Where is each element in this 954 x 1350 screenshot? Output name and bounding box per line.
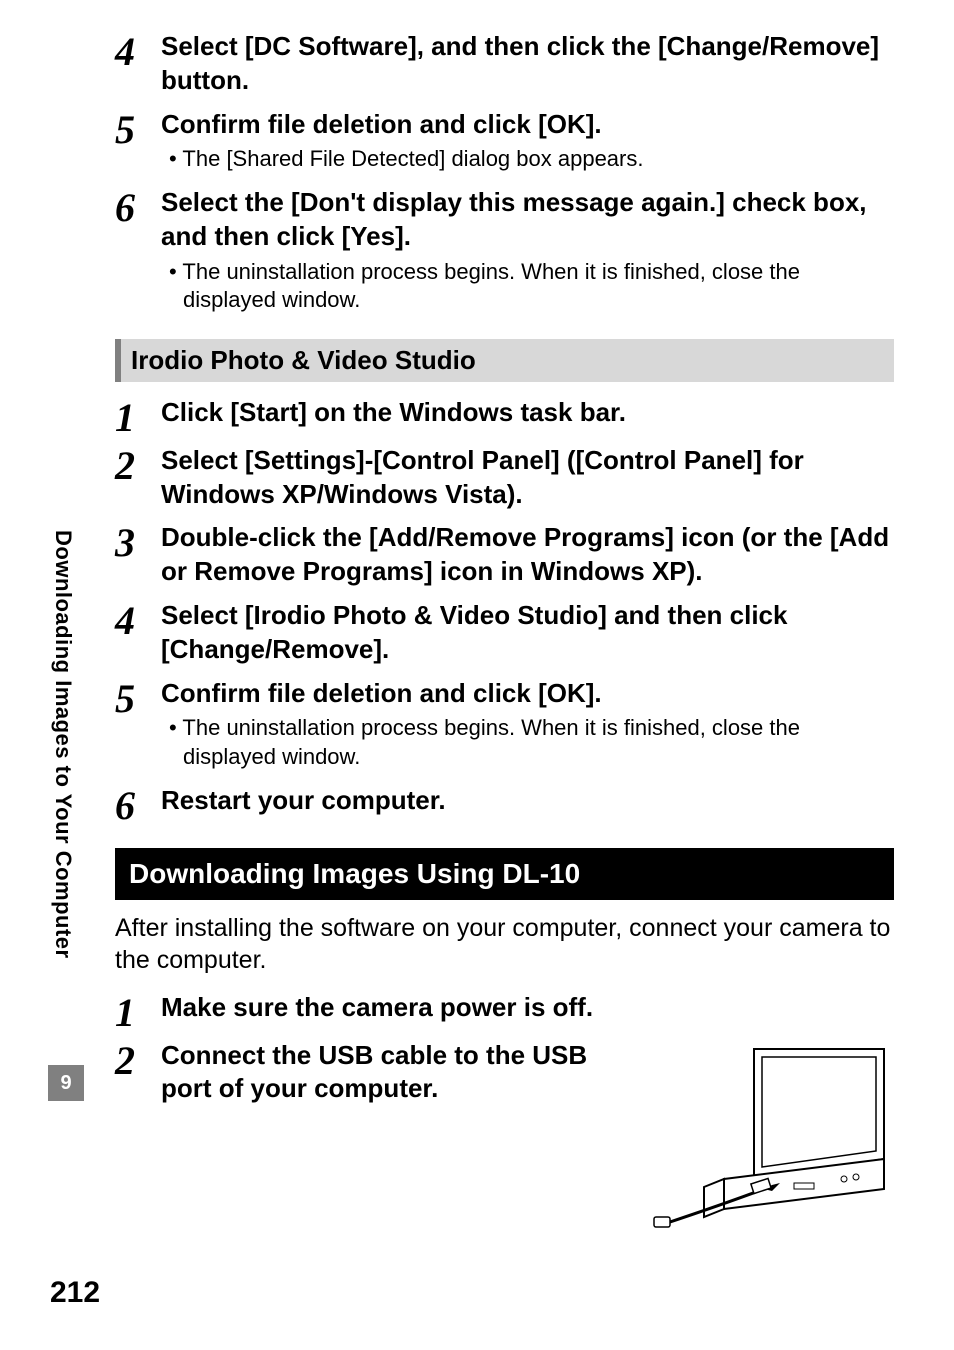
step-number: 6 bbox=[115, 188, 161, 228]
step-number: 4 bbox=[115, 32, 161, 72]
step-number: 5 bbox=[115, 679, 161, 719]
step-title: Select [DC Software], and then click the… bbox=[161, 30, 894, 98]
step-row: 6 Select the [Don't display this message… bbox=[115, 186, 894, 321]
step-title: Connect the USB cable to the USB port of… bbox=[161, 1039, 616, 1107]
step-body: Confirm file deletion and click [OK]. Th… bbox=[161, 108, 894, 180]
step-number: 5 bbox=[115, 110, 161, 150]
step-number: 4 bbox=[115, 601, 161, 641]
step-row: 4 Select [DC Software], and then click t… bbox=[115, 30, 894, 102]
page-number: 212 bbox=[50, 1276, 100, 1310]
sidebar-label-container: Downloading Images to Your Computer bbox=[50, 530, 90, 1130]
step-title: Select [Settings]-[Control Panel] ([Cont… bbox=[161, 444, 894, 512]
step-note: The uninstallation process begins. When … bbox=[183, 714, 894, 771]
step-note: The uninstallation process begins. When … bbox=[183, 258, 894, 315]
page-container: Downloading Images to Your Computer 9 21… bbox=[0, 0, 954, 1350]
section-heading-download: Downloading Images Using DL-10 bbox=[115, 848, 894, 900]
step-row: 5 Confirm file deletion and click [OK]. … bbox=[115, 677, 894, 778]
step-row-with-illustration: 2 Connect the USB cable to the USB port … bbox=[115, 1039, 894, 1229]
step-title: Click [Start] on the Windows task bar. bbox=[161, 396, 894, 430]
section-heading-irodio: Irodio Photo & Video Studio bbox=[115, 339, 894, 382]
download-intro: After installing the software on your co… bbox=[115, 912, 894, 977]
step-title: Make sure the camera power is off. bbox=[161, 991, 894, 1025]
step-number: 1 bbox=[115, 398, 161, 438]
step-title: Select the [Don't display this message a… bbox=[161, 186, 894, 254]
step-number: 3 bbox=[115, 523, 161, 563]
step-row: 1 Click [Start] on the Windows task bar. bbox=[115, 396, 894, 438]
chapter-number-badge: 9 bbox=[48, 1065, 84, 1101]
sidebar-label: Downloading Images to Your Computer bbox=[50, 530, 76, 959]
computer-usb-illustration bbox=[634, 1039, 894, 1229]
step-body: Select the [Don't display this message a… bbox=[161, 186, 894, 321]
step-row: 2 Connect the USB cable to the USB port … bbox=[115, 1039, 616, 1111]
step-title: Confirm file deletion and click [OK]. bbox=[161, 108, 894, 142]
step-row: 1 Make sure the camera power is off. bbox=[115, 991, 894, 1033]
step-title: Double-click the [Add/Remove Programs] i… bbox=[161, 521, 894, 589]
step-number: 2 bbox=[115, 446, 161, 486]
step-row: 2 Select [Settings]-[Control Panel] ([Co… bbox=[115, 444, 894, 516]
step-number: 2 bbox=[115, 1041, 161, 1081]
step-row: 6 Restart your computer. bbox=[115, 784, 894, 826]
step-row: 3 Double-click the [Add/Remove Programs]… bbox=[115, 521, 894, 593]
step-title: Restart your computer. bbox=[161, 784, 894, 818]
step-body: Select [DC Software], and then click the… bbox=[161, 30, 894, 102]
step-number: 6 bbox=[115, 786, 161, 826]
step-note: The [Shared File Detected] dialog box ap… bbox=[183, 145, 894, 174]
step-number: 1 bbox=[115, 993, 161, 1033]
step-row: 5 Confirm file deletion and click [OK]. … bbox=[115, 108, 894, 180]
step-title: Confirm file deletion and click [OK]. bbox=[161, 677, 894, 711]
step-row: 4 Select [Irodio Photo & Video Studio] a… bbox=[115, 599, 894, 671]
step-title: Select [Irodio Photo & Video Studio] and… bbox=[161, 599, 894, 667]
